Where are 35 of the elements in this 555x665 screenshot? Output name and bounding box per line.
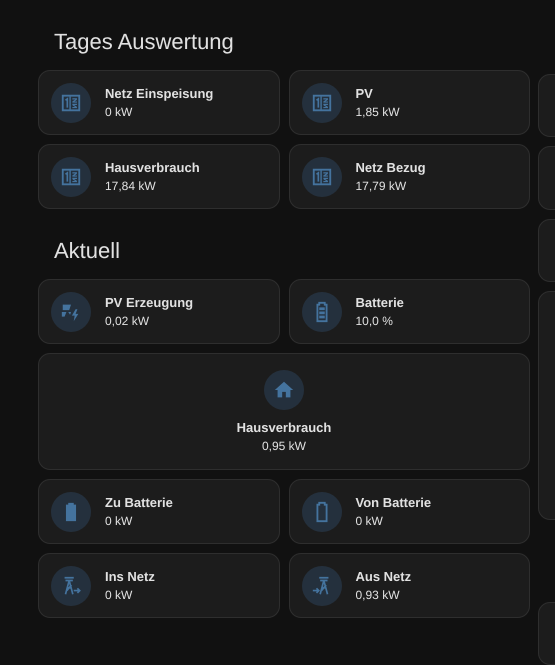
entity-tile[interactable]: Aus Netz 0,93 kW: [288, 553, 530, 618]
tile-state: 17,84 kW: [105, 179, 156, 193]
tile-state: 1,85 kW: [356, 105, 400, 119]
tile-name: Von Batterie: [356, 495, 432, 510]
tile-state: 0,93 kW: [356, 588, 400, 602]
tile-name: Hausverbrauch: [105, 160, 200, 175]
tile-name: Ins Netz: [105, 569, 155, 584]
tile-name: Zu Batterie: [105, 495, 173, 510]
entity-tile[interactable]: PV 1,85 kW: [288, 70, 530, 135]
entity-tile[interactable]: Hausverbrauch 17,84 kW: [38, 144, 280, 209]
entity-tile[interactable]: Netz Einspeisung 0 kW: [38, 70, 280, 135]
section-heading: Aktuell: [54, 237, 120, 265]
tile-state: 0,02 kW: [105, 314, 150, 328]
tile-name: Netz Einspeisung: [105, 86, 214, 101]
entity-tile[interactable]: Hausverbrauch 0,95 kW: [38, 353, 530, 470]
tile-name: Aus Netz: [356, 569, 412, 584]
tile-name: Netz Bezug: [356, 160, 426, 175]
entity-tile[interactable]: Von Batterie 0 kW: [288, 479, 530, 544]
tile-state: 0 kW: [105, 514, 132, 528]
tile-name: PV Erzeugung: [105, 295, 194, 310]
entity-tile[interactable]: Ins Netz 0 kW: [38, 553, 280, 618]
tile-state: 0 kW: [356, 514, 383, 528]
tile-state: 17,79 kW: [356, 179, 406, 193]
entity-tile[interactable]: Zu Batterie 0 kW: [38, 479, 280, 544]
tile-name: Hausverbrauch: [236, 420, 332, 435]
entity-tile[interactable]: Batterie 10,0 %: [288, 279, 530, 344]
tile-state: 0,95 kW: [262, 439, 306, 453]
tile-name: Batterie: [356, 295, 404, 310]
tile-state: 0 kW: [105, 588, 132, 602]
section-heading: Tages Auswertung: [54, 28, 234, 56]
tile-state: 0 kW: [105, 105, 132, 119]
tile-name: PV: [356, 86, 373, 101]
entity-tile[interactable]: Netz Bezug 17,79 kW: [288, 144, 530, 209]
entity-tile[interactable]: PV Erzeugung 0,02 kW: [38, 279, 280, 344]
tile-state: 10,0 %: [356, 314, 393, 328]
